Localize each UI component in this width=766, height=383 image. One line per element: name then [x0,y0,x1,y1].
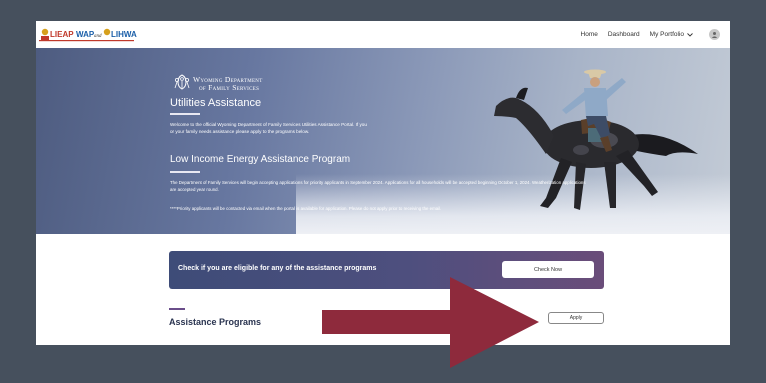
logo-and-text: and [94,34,102,39]
announcement-text: The Department of Family Services will b… [170,180,586,192]
page-title: Utilities Assistance [170,97,262,109]
logo-lieap-text: LIEAP [50,30,74,39]
program-divider [170,171,200,173]
nav-portfolio-menu[interactable]: My Portfolio [650,31,693,38]
nav-portfolio-label: My Portfolio [649,31,684,38]
user-icon [711,32,718,38]
nav-links: Home Dashboard My Portfolio [581,21,720,48]
pointer-arrow-annotation [322,277,539,368]
apply-button[interactable]: Apply [548,312,604,324]
lieap-wap-lihwap-logo[interactable]: LIEAP WAP and LIHWAP [39,27,137,43]
user-avatar[interactable] [709,29,720,40]
logo-lihwap-text: LIHWAP [111,30,137,39]
department-name-line2: of Family Services [199,83,260,92]
welcome-text: Welcome to the official Wyoming Departme… [170,122,367,134]
hero-banner: Wyoming Department of Family Services Ut… [36,48,730,234]
programs-heading: Assistance Programs [169,317,262,327]
department-seal-icon [174,74,190,90]
programs-divider [169,308,185,310]
check-now-button[interactable]: Check Now [502,261,594,278]
chevron-down-icon [687,32,693,37]
department-name: Wyoming Department of Family Services [193,76,263,92]
top-navigation: LIEAP WAP and LIHWAP Home Dashboard My P… [36,21,730,48]
eligibility-text: Check if you are eligible for any of the… [178,265,377,272]
program-heading: Low Income Energy Assistance Program [170,154,351,165]
nav-home-link[interactable]: Home [581,31,598,38]
priority-note-text: ****Priority applicants will be contacte… [170,206,442,211]
nav-dashboard-link[interactable]: Dashboard [608,31,640,38]
title-divider [170,113,200,115]
logo-wap-text: WAP [76,30,95,39]
